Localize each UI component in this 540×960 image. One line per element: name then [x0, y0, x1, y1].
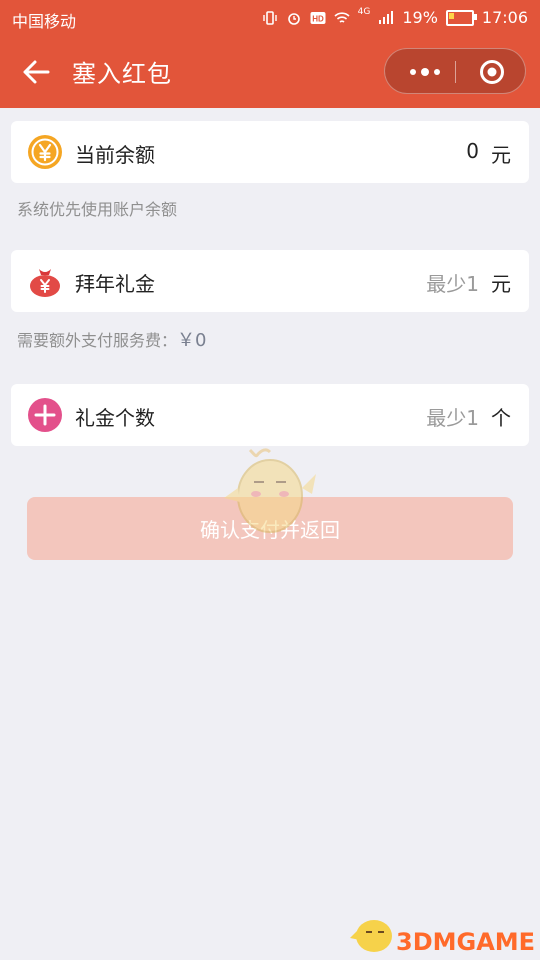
gift-count-card[interactable]: 礼金个数 最少1 个	[11, 384, 529, 446]
fee-value: ￥0	[177, 330, 207, 351]
balance-card: 当前余额 0 元	[11, 121, 529, 183]
gift-count-input[interactable]: 最少1 个	[426, 402, 511, 431]
gift-amount-placeholder: 最少1	[426, 272, 479, 296]
gift-count-placeholder: 最少1	[426, 406, 479, 430]
plus-icon	[28, 398, 62, 432]
alarm-icon	[287, 12, 300, 25]
balance-amount: 0	[466, 139, 479, 163]
money-bag-icon	[30, 269, 60, 297]
miniprogram-capsule	[384, 48, 526, 94]
yen-coin-icon	[28, 135, 62, 169]
clock: 17:06	[481, 8, 528, 27]
svg-text:HD: HD	[312, 14, 324, 23]
gift-amount-label: 拜年礼金	[75, 272, 155, 296]
mascot-watermark-icon	[224, 448, 316, 533]
hd-icon: HD	[310, 11, 326, 24]
close-target-icon[interactable]	[479, 59, 505, 85]
status-bar: 中国移动 HD 4G 19% 17:06	[0, 0, 540, 36]
page-title: 塞入红包	[72, 60, 172, 88]
fee-note: 需要额外支付服务费：￥0	[17, 326, 206, 352]
status-icons: HD 4G 19% 17:06	[262, 6, 528, 27]
battery-icon	[445, 9, 477, 26]
balance-note: 系统优先使用账户余额	[17, 200, 178, 219]
gift-amount-unit: 元	[491, 272, 511, 296]
watermark-text: 3DMGAME	[396, 928, 536, 956]
network-type: 4G	[357, 6, 371, 17]
gift-amount-input[interactable]: 最少1 元	[426, 268, 511, 297]
nav-bar: 塞入红包	[0, 36, 540, 108]
carrier-name: 中国移动	[12, 12, 77, 31]
wifi-icon	[334, 11, 350, 23]
signal-icon	[379, 10, 394, 24]
fee-note-text: 需要额外支付服务费：	[17, 331, 178, 350]
capsule-divider	[455, 61, 456, 83]
balance-label: 当前余额	[75, 143, 155, 167]
back-arrow-icon[interactable]	[20, 56, 52, 88]
gift-amount-card[interactable]: 拜年礼金 最少1 元	[11, 250, 529, 312]
gift-count-label: 礼金个数	[75, 406, 155, 430]
battery-percent: 19%	[402, 8, 438, 27]
more-dots-icon[interactable]	[407, 63, 443, 81]
vibrate-icon	[262, 10, 277, 25]
gift-count-unit: 个	[491, 406, 511, 430]
balance-unit: 元	[491, 143, 511, 167]
balance-value: 0 元	[466, 139, 511, 168]
